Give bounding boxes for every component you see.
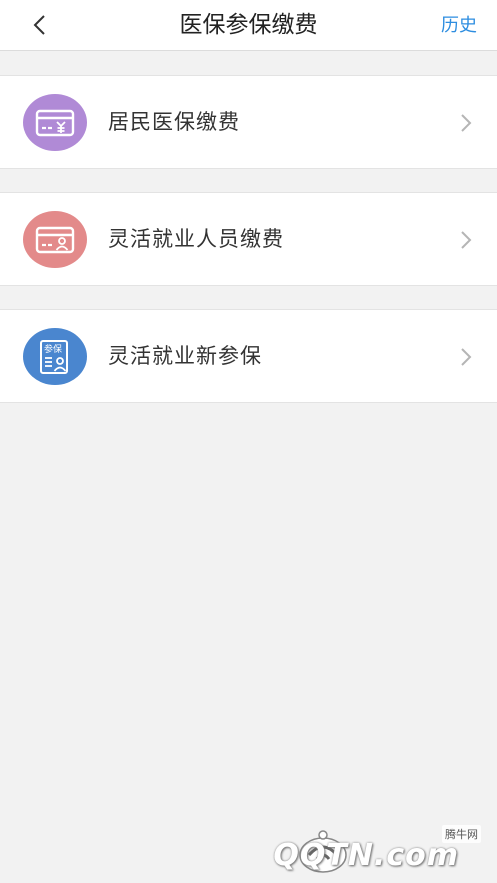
- top-bar: 医保参保缴费 历史: [0, 0, 497, 51]
- item-label: 灵活就业人员缴费: [108, 227, 284, 251]
- item-label: 居民医保缴费: [108, 110, 240, 134]
- document-enroll-icon: 参保: [23, 328, 87, 385]
- card-yuan-icon: [23, 94, 87, 151]
- icon-text: 参保: [44, 343, 62, 355]
- list-item-flexible-employment-enrollment[interactable]: 参保 灵活就业新参保: [0, 309, 497, 403]
- list-item-resident-insurance-payment[interactable]: 居民医保缴费: [0, 75, 497, 169]
- watermark-brand: QQTN.com: [273, 838, 459, 873]
- card-person-icon: [23, 211, 87, 268]
- watermark: 腾牛网 QQTN.com: [273, 825, 489, 877]
- page-title: 医保参保缴费: [179, 12, 318, 38]
- history-button[interactable]: 历史: [441, 0, 477, 51]
- chevron-right-icon: [461, 114, 472, 132]
- item-label: 灵活就业新参保: [108, 344, 262, 368]
- list-item-flexible-employment-payment[interactable]: 灵活就业人员缴费: [0, 192, 497, 286]
- chevron-right-icon: [461, 348, 472, 366]
- chevron-right-icon: [461, 231, 472, 249]
